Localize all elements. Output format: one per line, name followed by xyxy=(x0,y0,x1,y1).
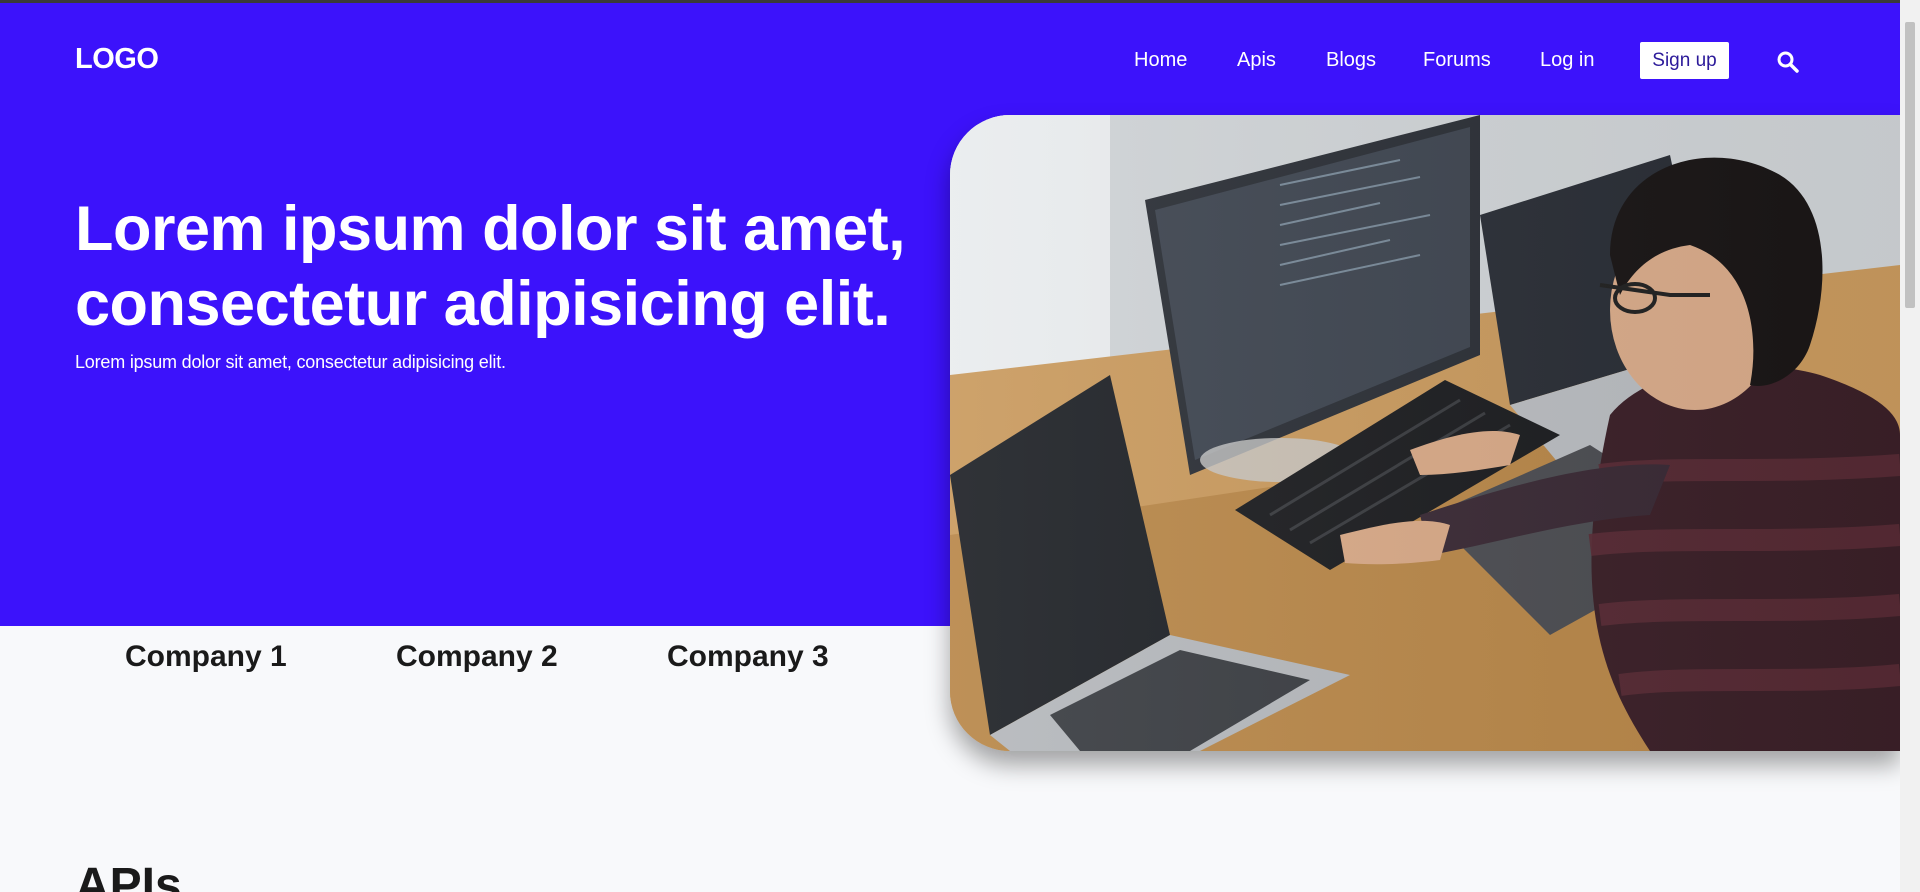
hero-subtitle: Lorem ipsum dolor sit amet, consectetur … xyxy=(75,352,506,372)
apis-section-title: APIs xyxy=(75,859,182,892)
company-logo-3: Company 3 xyxy=(667,640,829,673)
nav-link-forums[interactable]: Forums xyxy=(1423,49,1491,72)
search-icon[interactable] xyxy=(1776,50,1800,74)
company-logo-2: Company 2 xyxy=(396,640,558,673)
scrollbar[interactable] xyxy=(1900,0,1920,892)
hero-title: Lorem ipsum dolor sit amet, consectetur … xyxy=(75,194,906,339)
signup-button[interactable]: Sign up xyxy=(1640,42,1729,79)
hero-image xyxy=(950,115,1900,751)
company-logo-1: Company 1 xyxy=(125,640,287,673)
nav-link-blogs[interactable]: Blogs xyxy=(1326,49,1376,72)
nav-link-home[interactable]: Home xyxy=(1134,49,1187,72)
nav-link-apis[interactable]: Apis xyxy=(1237,49,1276,72)
navbar: LOGO Home Apis Blogs Forums Log in Sign … xyxy=(0,3,1900,113)
scrollbar-thumb[interactable] xyxy=(1905,22,1915,308)
logo[interactable]: LOGO xyxy=(75,43,159,76)
nav-link-login[interactable]: Log in xyxy=(1540,49,1595,72)
